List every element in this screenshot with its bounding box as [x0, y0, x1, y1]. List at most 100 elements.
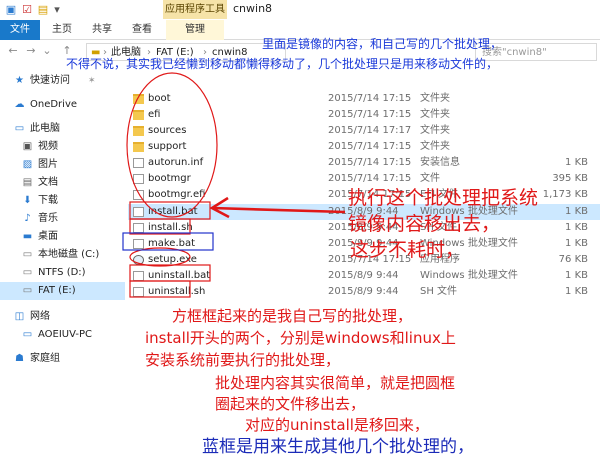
ribbon-tabs: 文件 主页 共享 查看 管理	[0, 20, 600, 40]
address-bar[interactable]: ▬ › 此电脑 › FAT (E:) › cnwin8	[86, 43, 286, 61]
recent-locations-icon[interactable]: ⌄	[40, 44, 54, 58]
list-item-install-bat[interactable]: install.bat 2015/8/9 9:44 Windows 批处理文件 …	[128, 204, 600, 220]
file-date: 2015/8/9 9:44	[328, 238, 399, 249]
file-type: SH 文件	[420, 286, 458, 297]
file-size: 395 KB	[552, 173, 588, 184]
quick-access-dropdown-icon[interactable]: ▾	[50, 3, 64, 17]
sidebar-item-documents[interactable]: ▤ 文档	[0, 174, 125, 192]
navigation-pane: ★ 快速访问 ✶ ☁ OneDrive ▭ 此电脑 ▣ 视频 ▨ 图片 ▤ 文档…	[0, 66, 125, 366]
search-placeholder: 搜索"cnwin8"	[482, 47, 547, 58]
file-name: sources	[148, 125, 187, 136]
breadcrumb-fat-e[interactable]: FAT (E:)	[156, 45, 194, 61]
list-item-make-bat[interactable]: make.bat 2015/8/9 9:44 Windows 批处理文件 1 K…	[128, 236, 600, 252]
homegroup-icon: ☗	[15, 353, 24, 364]
list-item-support[interactable]: support 2015/7/14 17:15 文件夹	[128, 139, 600, 155]
sidebar-item-label: 家庭组	[30, 353, 60, 364]
list-item-uninstall-bat[interactable]: uninstall.bat 2015/8/9 9:44 Windows 批处理文…	[128, 268, 600, 284]
list-item-install-sh[interactable]: install.sh 2015/8/9 9:44 SH 文件 1 KB	[128, 220, 600, 236]
file-type: 文件夹	[420, 109, 450, 120]
list-item-setup-exe[interactable]: setup.exe 2015/7/14 17:15 应用程序 76 KB	[128, 252, 600, 268]
sidebar-item-music[interactable]: ♪ 音乐	[0, 210, 125, 228]
sidebar-item-label: 下载	[38, 195, 58, 206]
setup-app-icon	[133, 255, 144, 265]
back-icon[interactable]: ←	[6, 44, 20, 58]
download-icon: ⬇	[23, 195, 32, 206]
list-item-autorun[interactable]: autorun.inf 2015/7/14 17:15 安装信息 1 KB	[128, 155, 600, 171]
sidebar-item-videos[interactable]: ▣ 视频	[0, 138, 125, 156]
sidebar-item-label: OneDrive	[30, 99, 78, 110]
address-row: ← → ⌄ ↑ ▬ › 此电脑 › FAT (E:) › cnwin8 搜索"c…	[0, 40, 600, 64]
up-icon[interactable]: ↑	[60, 44, 74, 58]
file-type: 安装信息	[420, 157, 460, 168]
file-type: 文件夹	[420, 141, 450, 152]
list-item-bootmgr[interactable]: bootmgr 2015/7/14 17:15 文件 395 KB	[128, 171, 600, 187]
forward-icon[interactable]: →	[24, 44, 38, 58]
sidebar-item-label: 视频	[38, 141, 58, 152]
tab-share[interactable]: 共享	[84, 20, 120, 40]
breadcrumb-cnwin8[interactable]: cnwin8	[212, 45, 248, 61]
file-date: 2015/8/9 9:44	[328, 286, 399, 297]
list-item-efi[interactable]: efi 2015/7/14 17:15 文件夹	[128, 107, 600, 123]
breadcrumb-this-pc[interactable]: 此电脑	[111, 45, 141, 61]
sidebar-item-homegroup[interactable]: ☗ 家庭组	[0, 350, 125, 368]
file-date: 2015/8/9 9:44	[328, 270, 399, 281]
desktop-icon: ▬	[22, 231, 33, 242]
folder-icon: ▬	[91, 47, 101, 58]
annotation-bottom-line: 蓝框是用来生成其他几个批处理的，	[202, 437, 474, 457]
tab-file[interactable]: 文件	[0, 20, 40, 40]
folder-icon	[133, 110, 144, 120]
sidebar-item-pictures[interactable]: ▨ 图片	[0, 156, 125, 174]
folder-quick-icon[interactable]: ▣	[4, 3, 18, 17]
folder-icon	[133, 126, 144, 136]
file-date: 2015/7/14 17:17	[328, 125, 412, 136]
sidebar-item-drive-e[interactable]: ▭ FAT (E:)	[0, 282, 125, 300]
file-size: 1 KB	[565, 270, 588, 281]
search-input[interactable]: 搜索"cnwin8"	[475, 43, 597, 61]
tab-view[interactable]: 查看	[124, 20, 160, 40]
file-type: Windows 批处理文件	[420, 206, 518, 217]
sidebar-item-label: 音乐	[38, 213, 58, 224]
annotation-mid-line6: 对应的uninstall是移回来，	[245, 416, 429, 434]
list-item-sources[interactable]: sources 2015/7/14 17:17 文件夹	[128, 123, 600, 139]
star-icon: ★	[15, 75, 24, 86]
file-type: 文件夹	[420, 93, 450, 104]
cloud-icon: ☁	[14, 99, 25, 110]
new-folder-quick-icon[interactable]: ▤	[36, 3, 50, 17]
file-icon	[133, 223, 144, 233]
sidebar-item-pc[interactable]: ▭ AOEIUV-PC	[0, 326, 125, 344]
file-date: 2015/7/14 17:15	[328, 157, 412, 168]
file-type: 文件	[420, 173, 440, 184]
sidebar-item-onedrive[interactable]: ☁ OneDrive	[0, 96, 125, 114]
tab-manage[interactable]: 管理	[166, 20, 224, 40]
sidebar-item-label: 本地磁盘 (C:)	[38, 249, 100, 260]
sidebar-item-label: AOEIUV-PC	[38, 329, 92, 340]
file-date: 2015/8/9 9:44	[328, 206, 399, 217]
list-item-uninstall-sh[interactable]: uninstall.sh 2015/8/9 9:44 SH 文件 1 KB	[128, 284, 600, 300]
batch-file-icon	[133, 239, 144, 249]
music-icon: ♪	[24, 213, 31, 224]
sidebar-item-label: 文档	[38, 177, 58, 188]
sidebar-item-drive-d[interactable]: ▭ NTFS (D:)	[0, 264, 125, 282]
sidebar-item-desktop[interactable]: ▬ 桌面	[0, 228, 125, 246]
file-name: autorun.inf	[148, 157, 204, 168]
sidebar-item-network[interactable]: ◫ 网络	[0, 308, 125, 326]
list-item-bootmgr-efi[interactable]: bootmgr.efi 2015/7/14 17:15 EFI 文件 1,173…	[128, 187, 600, 203]
sidebar-item-downloads[interactable]: ⬇ 下载	[0, 192, 125, 210]
network-icon: ◫	[14, 311, 25, 322]
settings-file-icon	[133, 158, 144, 168]
list-item-boot[interactable]: boot 2015/7/14 17:15 文件夹	[128, 91, 600, 107]
batch-file-icon	[133, 271, 144, 281]
file-name: setup.exe	[148, 254, 197, 265]
file-list: boot 2015/7/14 17:15 文件夹 efi 2015/7/14 1…	[128, 66, 600, 386]
sidebar-item-label: 此电脑	[30, 123, 60, 134]
batch-file-icon	[133, 207, 144, 217]
file-date: 2015/7/14 17:15	[328, 93, 412, 104]
sidebar-item-drive-c[interactable]: ▭ 本地磁盘 (C:)	[0, 246, 125, 264]
video-icon: ▣	[22, 141, 33, 152]
sidebar-item-this-pc[interactable]: ▭ 此电脑	[0, 120, 125, 138]
tab-home[interactable]: 主页	[44, 20, 80, 40]
sidebar-item-label: 网络	[30, 311, 50, 322]
file-name: uninstall.bat	[148, 270, 211, 281]
properties-quick-icon[interactable]: ☑	[20, 3, 34, 17]
sidebar-item-quick-access[interactable]: ★ 快速访问 ✶	[0, 72, 125, 90]
